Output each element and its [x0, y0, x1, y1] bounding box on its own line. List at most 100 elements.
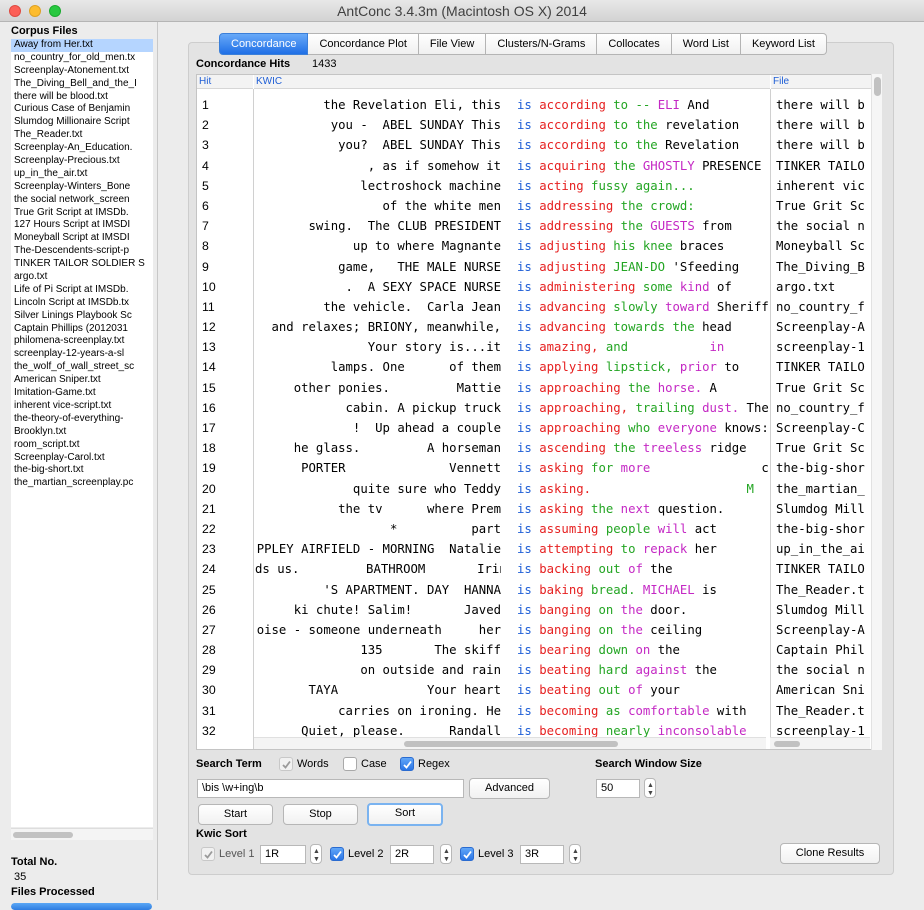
- concordance-row[interactable]: 15 other ponies. Mattie is approaching the…: [197, 378, 881, 398]
- case-checkbox[interactable]: [343, 757, 357, 771]
- concordance-row[interactable]: 20 quite sure who Teddy is asking. Mthe_ma…: [197, 479, 881, 499]
- concordance-row[interactable]: 25 'S APARTMENT. DAY HANNA is baking bread…: [197, 580, 881, 600]
- column-header-hit[interactable]: Hit: [197, 75, 253, 89]
- window-size-stepper[interactable]: ▲ ▼: [644, 778, 656, 798]
- concordance-row[interactable]: 10 . A SEXY SPACE NURSE is administering s…: [197, 277, 881, 297]
- corpus-file-item[interactable]: True Grit Script at IMSDb.: [11, 207, 153, 220]
- corpus-file-item[interactable]: the-theory-of-everything-: [11, 413, 153, 426]
- corpus-file-item[interactable]: Curious Case of Benjamin: [11, 103, 153, 116]
- concordance-row[interactable]: 31 carries on ironing. He is becoming as c…: [197, 701, 881, 721]
- corpus-file-item[interactable]: The_Diving_Bell_and_the_I: [11, 78, 153, 91]
- file-horizontal-scrollbar[interactable]: [770, 737, 870, 749]
- concordance-row[interactable]: 29 on outside and rain is beating hard aga…: [197, 660, 881, 680]
- concordance-row[interactable]: 13 Your story is...it is amazing, and in sc…: [197, 337, 881, 357]
- tab-file-view[interactable]: File View: [418, 33, 487, 55]
- regex-checkbox[interactable]: [400, 757, 414, 771]
- concordance-row[interactable]: 9 game, THE MALE NURSE is adjusting JEAN-D…: [197, 257, 881, 277]
- concordance-row[interactable]: 5 lectroshock machine is acting fussy agai…: [197, 176, 881, 196]
- tab-word-list[interactable]: Word List: [671, 33, 741, 55]
- corpus-file-item[interactable]: Brooklyn.txt: [11, 426, 153, 439]
- corpus-horizontal-scrollbar[interactable]: [11, 828, 153, 840]
- concordance-row[interactable]: 7 swing. The CLUB PRESIDENT is addressing …: [197, 216, 881, 236]
- concordance-row[interactable]: 11 the vehicle. Carla Jean is advancing sl…: [197, 297, 881, 317]
- results-vertical-scrollbar[interactable]: [871, 74, 882, 750]
- corpus-file-item[interactable]: argo.txt: [11, 271, 153, 284]
- concordance-row[interactable]: 12 and relaxes; BRIONY, meanwhile, is adva…: [197, 317, 881, 337]
- corpus-file-list[interactable]: Away from Her.txt no_country_for_old_men.…: [11, 39, 153, 827]
- concordance-row[interactable]: 27 oise - someone underneath her is bangin…: [197, 620, 881, 640]
- column-header-file[interactable]: File: [771, 75, 881, 89]
- level-1-input[interactable]: 1R: [260, 845, 306, 864]
- corpus-file-item[interactable]: the-big-short.txt: [11, 464, 153, 477]
- corpus-file-item[interactable]: Imitation-Game.txt: [11, 387, 153, 400]
- corpus-file-item[interactable]: the social network_screen: [11, 194, 153, 207]
- concordance-row[interactable]: 22 * part is assuming people will act the-b…: [197, 519, 881, 539]
- concordance-row[interactable]: 8 up to where Magnante is adjusting his kn…: [197, 236, 881, 256]
- corpus-file-item[interactable]: the_martian_screenplay.pc: [11, 477, 153, 490]
- concordance-row[interactable]: 28 135 The skiff is bearing down on the Cap…: [197, 640, 881, 660]
- tab-concordance-plot[interactable]: Concordance Plot: [308, 33, 419, 55]
- corpus-file-item[interactable]: Away from Her.txt: [11, 39, 153, 52]
- corpus-file-item[interactable]: Screenplay-Atonement.txt: [11, 65, 153, 78]
- corpus-file-item[interactable]: Moneyball Script at IMSDI: [11, 232, 153, 245]
- corpus-file-item[interactable]: up_in_the_air.txt: [11, 168, 153, 181]
- corpus-file-item[interactable]: Lincoln Script at IMSDb.tx: [11, 297, 153, 310]
- tab-collocates[interactable]: Collocates: [597, 33, 672, 55]
- clone-results-button[interactable]: Clone Results: [780, 843, 880, 864]
- concordance-row[interactable]: 18 he glass. A horseman is ascending the t…: [197, 438, 881, 458]
- scrollbar-thumb[interactable]: [13, 832, 73, 838]
- corpus-file-item[interactable]: the_wolf_of_wall_street_sc: [11, 361, 153, 374]
- corpus-file-item[interactable]: Screenplay-Carol.txt: [11, 452, 153, 465]
- corpus-file-item[interactable]: Screenplay-Winters_Bone: [11, 181, 153, 194]
- advanced-button[interactable]: Advanced: [469, 778, 550, 799]
- concordance-row[interactable]: 16 cabin. A pickup truck is approaching, t…: [197, 398, 881, 418]
- corpus-file-item[interactable]: inherent vice-script.txt: [11, 400, 153, 413]
- concordance-row[interactable]: 23 PPLEY AIRFIELD - MORNING Natalie is att…: [197, 539, 881, 559]
- corpus-file-item[interactable]: Screenplay-Precious.txt: [11, 155, 153, 168]
- level-2-stepper[interactable]: ▲ ▼: [440, 844, 452, 864]
- level-1-checkbox[interactable]: [201, 847, 215, 861]
- search-window-size-input[interactable]: 50: [596, 779, 640, 798]
- concordance-row[interactable]: 21 the tv where Prem is asking the next qu…: [197, 499, 881, 519]
- corpus-file-item[interactable]: American Sniper.txt: [11, 374, 153, 387]
- stop-button[interactable]: Stop: [283, 804, 358, 825]
- concordance-row[interactable]: 6 of the white men is addressing the crowd…: [197, 196, 881, 216]
- kwic-horizontal-scrollbar[interactable]: [254, 737, 766, 749]
- level-3-input[interactable]: 3R: [520, 845, 564, 864]
- corpus-file-item[interactable]: The-Descendents-script-p: [11, 245, 153, 258]
- concordance-row[interactable]: 19 PORTER Vennett is asking for more c the-…: [197, 458, 881, 478]
- scrollbar-thumb[interactable]: [874, 77, 881, 96]
- tab-keyword-list[interactable]: Keyword List: [740, 33, 827, 55]
- concordance-results-table[interactable]: Hit KWIC File 1 the Revelation Eli, this i…: [196, 74, 882, 750]
- tab-clusters-n-grams[interactable]: Clusters/N-Grams: [486, 33, 598, 55]
- concordance-row[interactable]: 1 the Revelation Eli, this is according to…: [197, 95, 881, 115]
- concordance-row[interactable]: 3 you? ABEL SUNDAY This is according to th…: [197, 135, 881, 155]
- corpus-file-item[interactable]: Slumdog Millionaire Script: [11, 116, 153, 129]
- concordance-row[interactable]: 17 ! Up ahead a couple is approaching who …: [197, 418, 881, 438]
- concordance-row[interactable]: 4 , as if somehow it is acquiring the GHOS…: [197, 156, 881, 176]
- corpus-file-item[interactable]: philomena-screenplay.txt: [11, 335, 153, 348]
- corpus-file-item[interactable]: Life of Pi Script at IMSDb.: [11, 284, 153, 297]
- corpus-file-item[interactable]: there will be blood.txt: [11, 91, 153, 104]
- corpus-file-item[interactable]: 127 Hours Script at IMSDI: [11, 219, 153, 232]
- corpus-file-item[interactable]: screenplay-12-years-a-sl: [11, 348, 153, 361]
- concordance-row[interactable]: 26 ki chute! Salim! Javed is banging on th…: [197, 600, 881, 620]
- tab-concordance[interactable]: Concordance: [219, 33, 309, 55]
- corpus-file-item[interactable]: no_country_for_old_men.tx: [11, 52, 153, 65]
- concordance-row[interactable]: 14 lamps. One of them is applying lipstick…: [197, 357, 881, 377]
- sort-button[interactable]: Sort: [367, 803, 443, 826]
- level-3-stepper[interactable]: ▲ ▼: [569, 844, 581, 864]
- scrollbar-thumb[interactable]: [404, 741, 618, 747]
- level-2-input[interactable]: 2R: [390, 845, 434, 864]
- corpus-file-item[interactable]: Silver Linings Playbook Sc: [11, 310, 153, 323]
- corpus-file-item[interactable]: Captain Phillips (2012031: [11, 323, 153, 336]
- level-3-checkbox[interactable]: [460, 847, 474, 861]
- corpus-file-item[interactable]: TINKER TAILOR SOLDIER S: [11, 258, 153, 271]
- concordance-row[interactable]: 24 ds us. BATHROOM Irina is backing out of…: [197, 559, 881, 579]
- start-button[interactable]: Start: [198, 804, 273, 825]
- corpus-file-item[interactable]: room_script.txt: [11, 439, 153, 452]
- words-checkbox[interactable]: [279, 757, 293, 771]
- search-term-input[interactable]: \bis \w+ing\b: [197, 779, 464, 798]
- scrollbar-thumb[interactable]: [774, 741, 800, 747]
- corpus-file-item[interactable]: Screenplay-An_Education.: [11, 142, 153, 155]
